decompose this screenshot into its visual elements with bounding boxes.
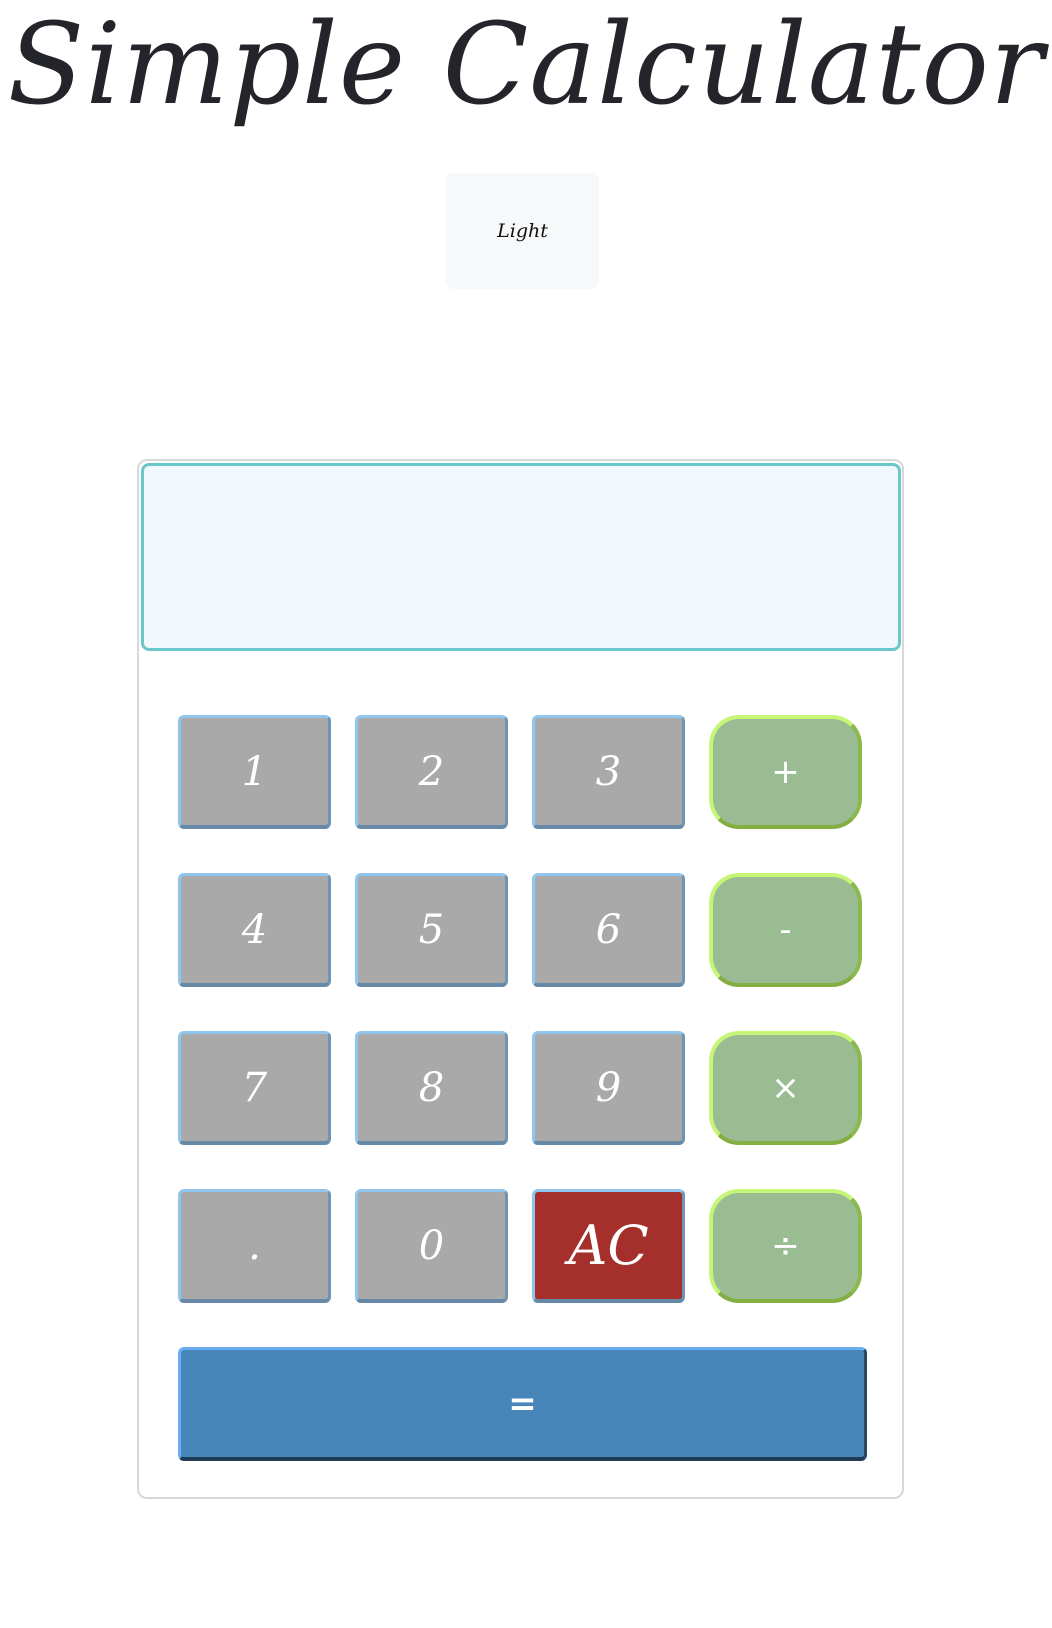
calculator: 1 2 3 + 4 5 6 - 7 8 9 × . 0 AC ÷ =: [137, 459, 904, 1499]
key-6-button[interactable]: 6: [532, 873, 685, 987]
theme-toggle-button[interactable]: Light: [446, 173, 599, 289]
page-title: Simple Calculator: [7, 0, 1045, 130]
equals-button[interactable]: =: [178, 1347, 867, 1461]
all-clear-button[interactable]: AC: [532, 1189, 685, 1303]
key-5-button[interactable]: 5: [355, 873, 508, 987]
subtract-button[interactable]: -: [709, 873, 862, 987]
key-9-button[interactable]: 9: [532, 1031, 685, 1145]
key-7-button[interactable]: 7: [178, 1031, 331, 1145]
key-1-button[interactable]: 1: [178, 715, 331, 829]
decimal-point-button[interactable]: .: [178, 1189, 331, 1303]
key-4-button[interactable]: 4: [178, 873, 331, 987]
key-0-button[interactable]: 0: [355, 1189, 508, 1303]
key-8-button[interactable]: 8: [355, 1031, 508, 1145]
add-button[interactable]: +: [709, 715, 862, 829]
calculator-display[interactable]: [141, 463, 901, 651]
key-2-button[interactable]: 2: [355, 715, 508, 829]
divide-button[interactable]: ÷: [709, 1189, 862, 1303]
key-3-button[interactable]: 3: [532, 715, 685, 829]
multiply-button[interactable]: ×: [709, 1031, 862, 1145]
